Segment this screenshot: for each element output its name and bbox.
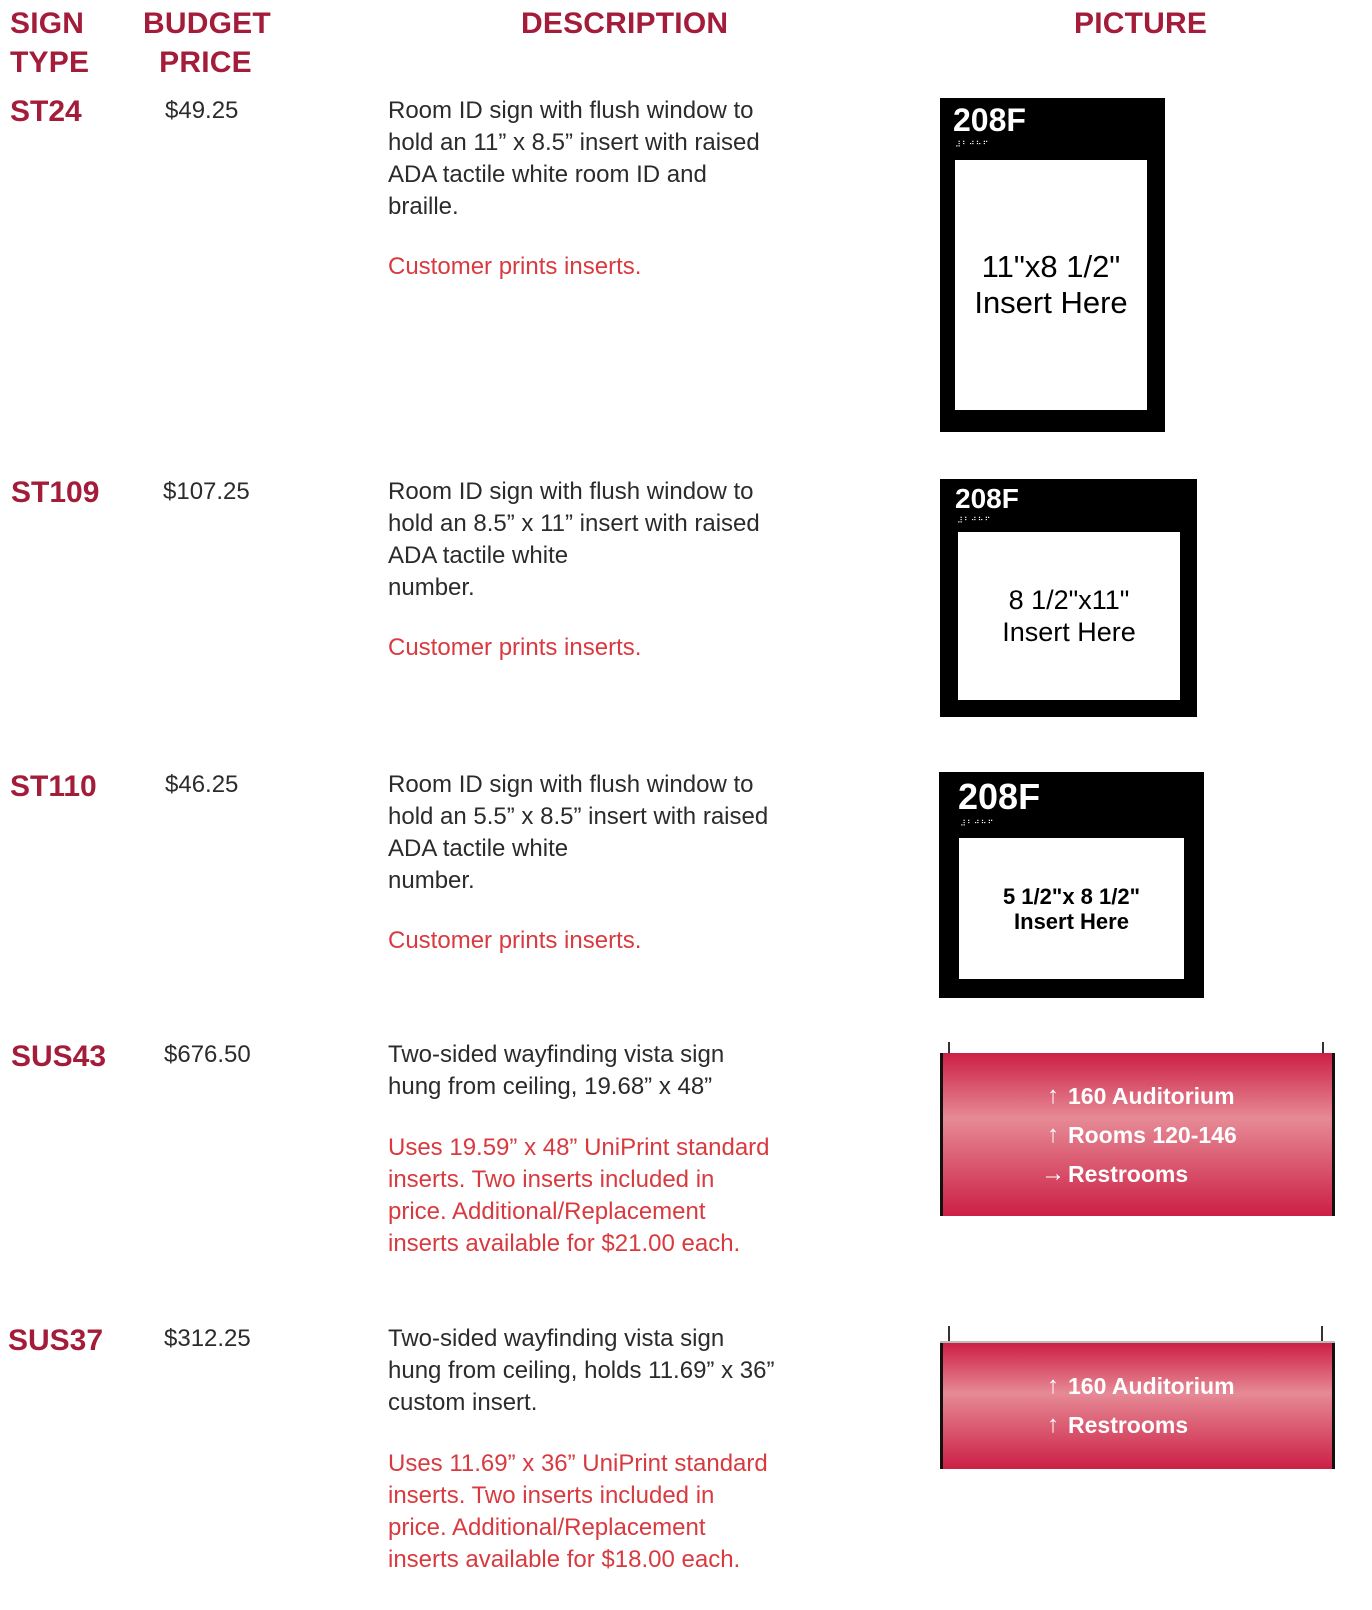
wayfinding-line: ↑ Rooms 120-146 xyxy=(943,1121,1332,1149)
header-picture: PICTURE xyxy=(1074,7,1208,40)
hanging-cable xyxy=(948,1326,950,1342)
note-line: Customer prints inserts. xyxy=(388,253,642,280)
wayfinding-line: ↑ Restrooms xyxy=(943,1411,1332,1439)
description: Room ID sign with flush window to hold a… xyxy=(388,769,848,897)
description: Two-sided wayfinding vista sign hung fro… xyxy=(388,1323,848,1419)
description-line: Two-sided wayfinding vista sign xyxy=(388,1325,725,1352)
sign-code: ST109 xyxy=(11,476,100,509)
wayfinding-text: Rooms 120-146 xyxy=(1068,1121,1237,1148)
note-line: price. Additional/Replacement xyxy=(388,1198,706,1225)
insert-text: 8 1/2"x11" xyxy=(1008,585,1130,615)
note: Customer prints inserts. xyxy=(388,251,828,283)
braille-text: ⠼⠃⠚⠓⠋ xyxy=(957,516,992,525)
description: Room ID sign with flush window to hold a… xyxy=(388,95,828,223)
note-line: inserts. Two inserts included in xyxy=(388,1166,715,1193)
header-sign-type-line1: SIGN xyxy=(10,7,85,40)
description-line: Room ID sign with flush window to xyxy=(388,771,754,798)
note-line: inserts available for $18.00 each. xyxy=(388,1546,741,1573)
description-line: ADA tactile white xyxy=(388,542,569,569)
description-line: ADA tactile white xyxy=(388,835,569,862)
insert-text: Insert Here xyxy=(974,285,1128,320)
wayfinding-line: → Restrooms xyxy=(943,1160,1332,1188)
note-line: Customer prints inserts. xyxy=(388,927,642,954)
header-budget-line1: BUDGET xyxy=(143,7,271,40)
budget-price: $49.25 xyxy=(165,97,239,124)
budget-price: $312.25 xyxy=(164,1325,251,1352)
description-line: hold an 5.5” x 8.5” insert with raised xyxy=(388,803,769,830)
up-arrow-icon: ↑ xyxy=(1047,1082,1059,1109)
header-budget-line2: PRICE xyxy=(159,46,252,79)
hanging-cable xyxy=(1321,1326,1323,1342)
braille-text: ⠼⠃⠚⠓⠋ xyxy=(955,140,990,149)
budget-price: $107.25 xyxy=(163,478,250,505)
header-budget-price: BUDGET PRICE xyxy=(143,4,271,82)
description-line: Room ID sign with flush window to xyxy=(388,478,754,505)
note-line: inserts. Two inserts included in xyxy=(388,1482,715,1509)
insert-window: 8 1/2"x11" Insert Here xyxy=(958,532,1180,700)
note: Uses 19.59” x 48” UniPrint standard inse… xyxy=(388,1132,848,1260)
budget-price: $46.25 xyxy=(165,771,239,798)
insert-window: 5 1/2"x 8 1/2" Insert Here xyxy=(959,838,1184,979)
description-line: custom insert. xyxy=(388,1389,538,1416)
note: Customer prints inserts. xyxy=(388,632,828,664)
note-line: Customer prints inserts. xyxy=(388,634,642,661)
note-line: inserts available for $21.00 each. xyxy=(388,1230,741,1257)
up-arrow-icon: ↑ xyxy=(1047,1411,1059,1438)
sign-code: SUS43 xyxy=(11,1040,107,1073)
note-line: price. Additional/Replacement xyxy=(388,1514,706,1541)
room-id-sign-picture: 208F ⠼⠃⠚⠓⠋ 11"x8 1/2" Insert Here xyxy=(940,98,1165,432)
description: Room ID sign with flush window to hold a… xyxy=(388,476,828,604)
vista-sign-picture: ↑ 160 Auditorium ↑ Rooms 120-146 → Restr… xyxy=(940,1053,1335,1216)
sign-code: ST24 xyxy=(10,95,82,128)
room-id-sign-picture: 208F ⠼⠃⠚⠓⠋ 8 1/2"x11" Insert Here xyxy=(940,479,1197,717)
wayfinding-line: ↑ 160 Auditorium xyxy=(943,1372,1332,1400)
up-arrow-icon: ↑ xyxy=(1047,1121,1059,1148)
description-line: hung from ceiling, holds 11.69” x 36” xyxy=(388,1357,775,1384)
description-line: hung from ceiling, 19.68” x 48” xyxy=(388,1073,713,1100)
description-line: number. xyxy=(388,867,475,894)
note: Uses 11.69” x 36” UniPrint standard inse… xyxy=(388,1448,828,1576)
wayfinding-text: 160 Auditorium xyxy=(1068,1372,1235,1399)
wayfinding-text: Restrooms xyxy=(1068,1160,1189,1187)
description-line: Room ID sign with flush window to xyxy=(388,97,754,124)
description: Two-sided wayfinding vista sign hung fro… xyxy=(388,1039,828,1103)
insert-window: 11"x8 1/2" Insert Here xyxy=(955,160,1147,410)
description-line: Two-sided wayfinding vista sign xyxy=(388,1041,725,1068)
description-line: hold an 8.5” x 11” insert with raised xyxy=(388,510,760,537)
note-line: Uses 19.59” x 48” UniPrint standard xyxy=(388,1134,770,1161)
description-line: ADA tactile white room ID and xyxy=(388,161,707,188)
header-description: DESCRIPTION xyxy=(521,7,729,40)
right-arrow-icon: → xyxy=(1041,1160,1065,1187)
insert-text: 5 1/2"x 8 1/2" xyxy=(1002,883,1141,909)
room-number: 208F xyxy=(955,483,1019,514)
budget-price: $676.50 xyxy=(164,1041,251,1068)
room-id-sign-picture: 208F ⠼⠃⠚⠓⠋ 5 1/2"x 8 1/2" Insert Here xyxy=(939,772,1204,998)
vista-sign-picture: ↑ 160 Auditorium ↑ Restrooms xyxy=(940,1343,1335,1469)
description-line: number. xyxy=(388,574,475,601)
note: Customer prints inserts. xyxy=(388,925,828,957)
insert-text: Insert Here xyxy=(1002,617,1136,647)
header-sign-type: SIGN TYPE xyxy=(10,4,89,82)
braille-text: ⠼⠃⠚⠓⠋ xyxy=(960,819,995,828)
description-line: braille. xyxy=(388,193,459,220)
room-number: 208F xyxy=(958,776,1041,817)
up-arrow-icon: ↑ xyxy=(1047,1372,1059,1399)
sign-code: SUS37 xyxy=(8,1324,104,1357)
insert-text: 11"x8 1/2" xyxy=(981,249,1121,284)
note-line: Uses 11.69” x 36” UniPrint standard xyxy=(388,1450,768,1477)
description-line: hold an 11” x 8.5” insert with raised xyxy=(388,129,760,156)
wayfinding-line: ↑ 160 Auditorium xyxy=(943,1082,1332,1110)
insert-text: Insert Here xyxy=(1014,908,1129,934)
wayfinding-text: 160 Auditorium xyxy=(1068,1082,1235,1109)
sign-code: ST110 xyxy=(10,770,97,803)
header-sign-type-line2: TYPE xyxy=(10,46,90,79)
room-number: 208F xyxy=(953,102,1026,138)
wayfinding-text: Restrooms xyxy=(1068,1411,1189,1438)
